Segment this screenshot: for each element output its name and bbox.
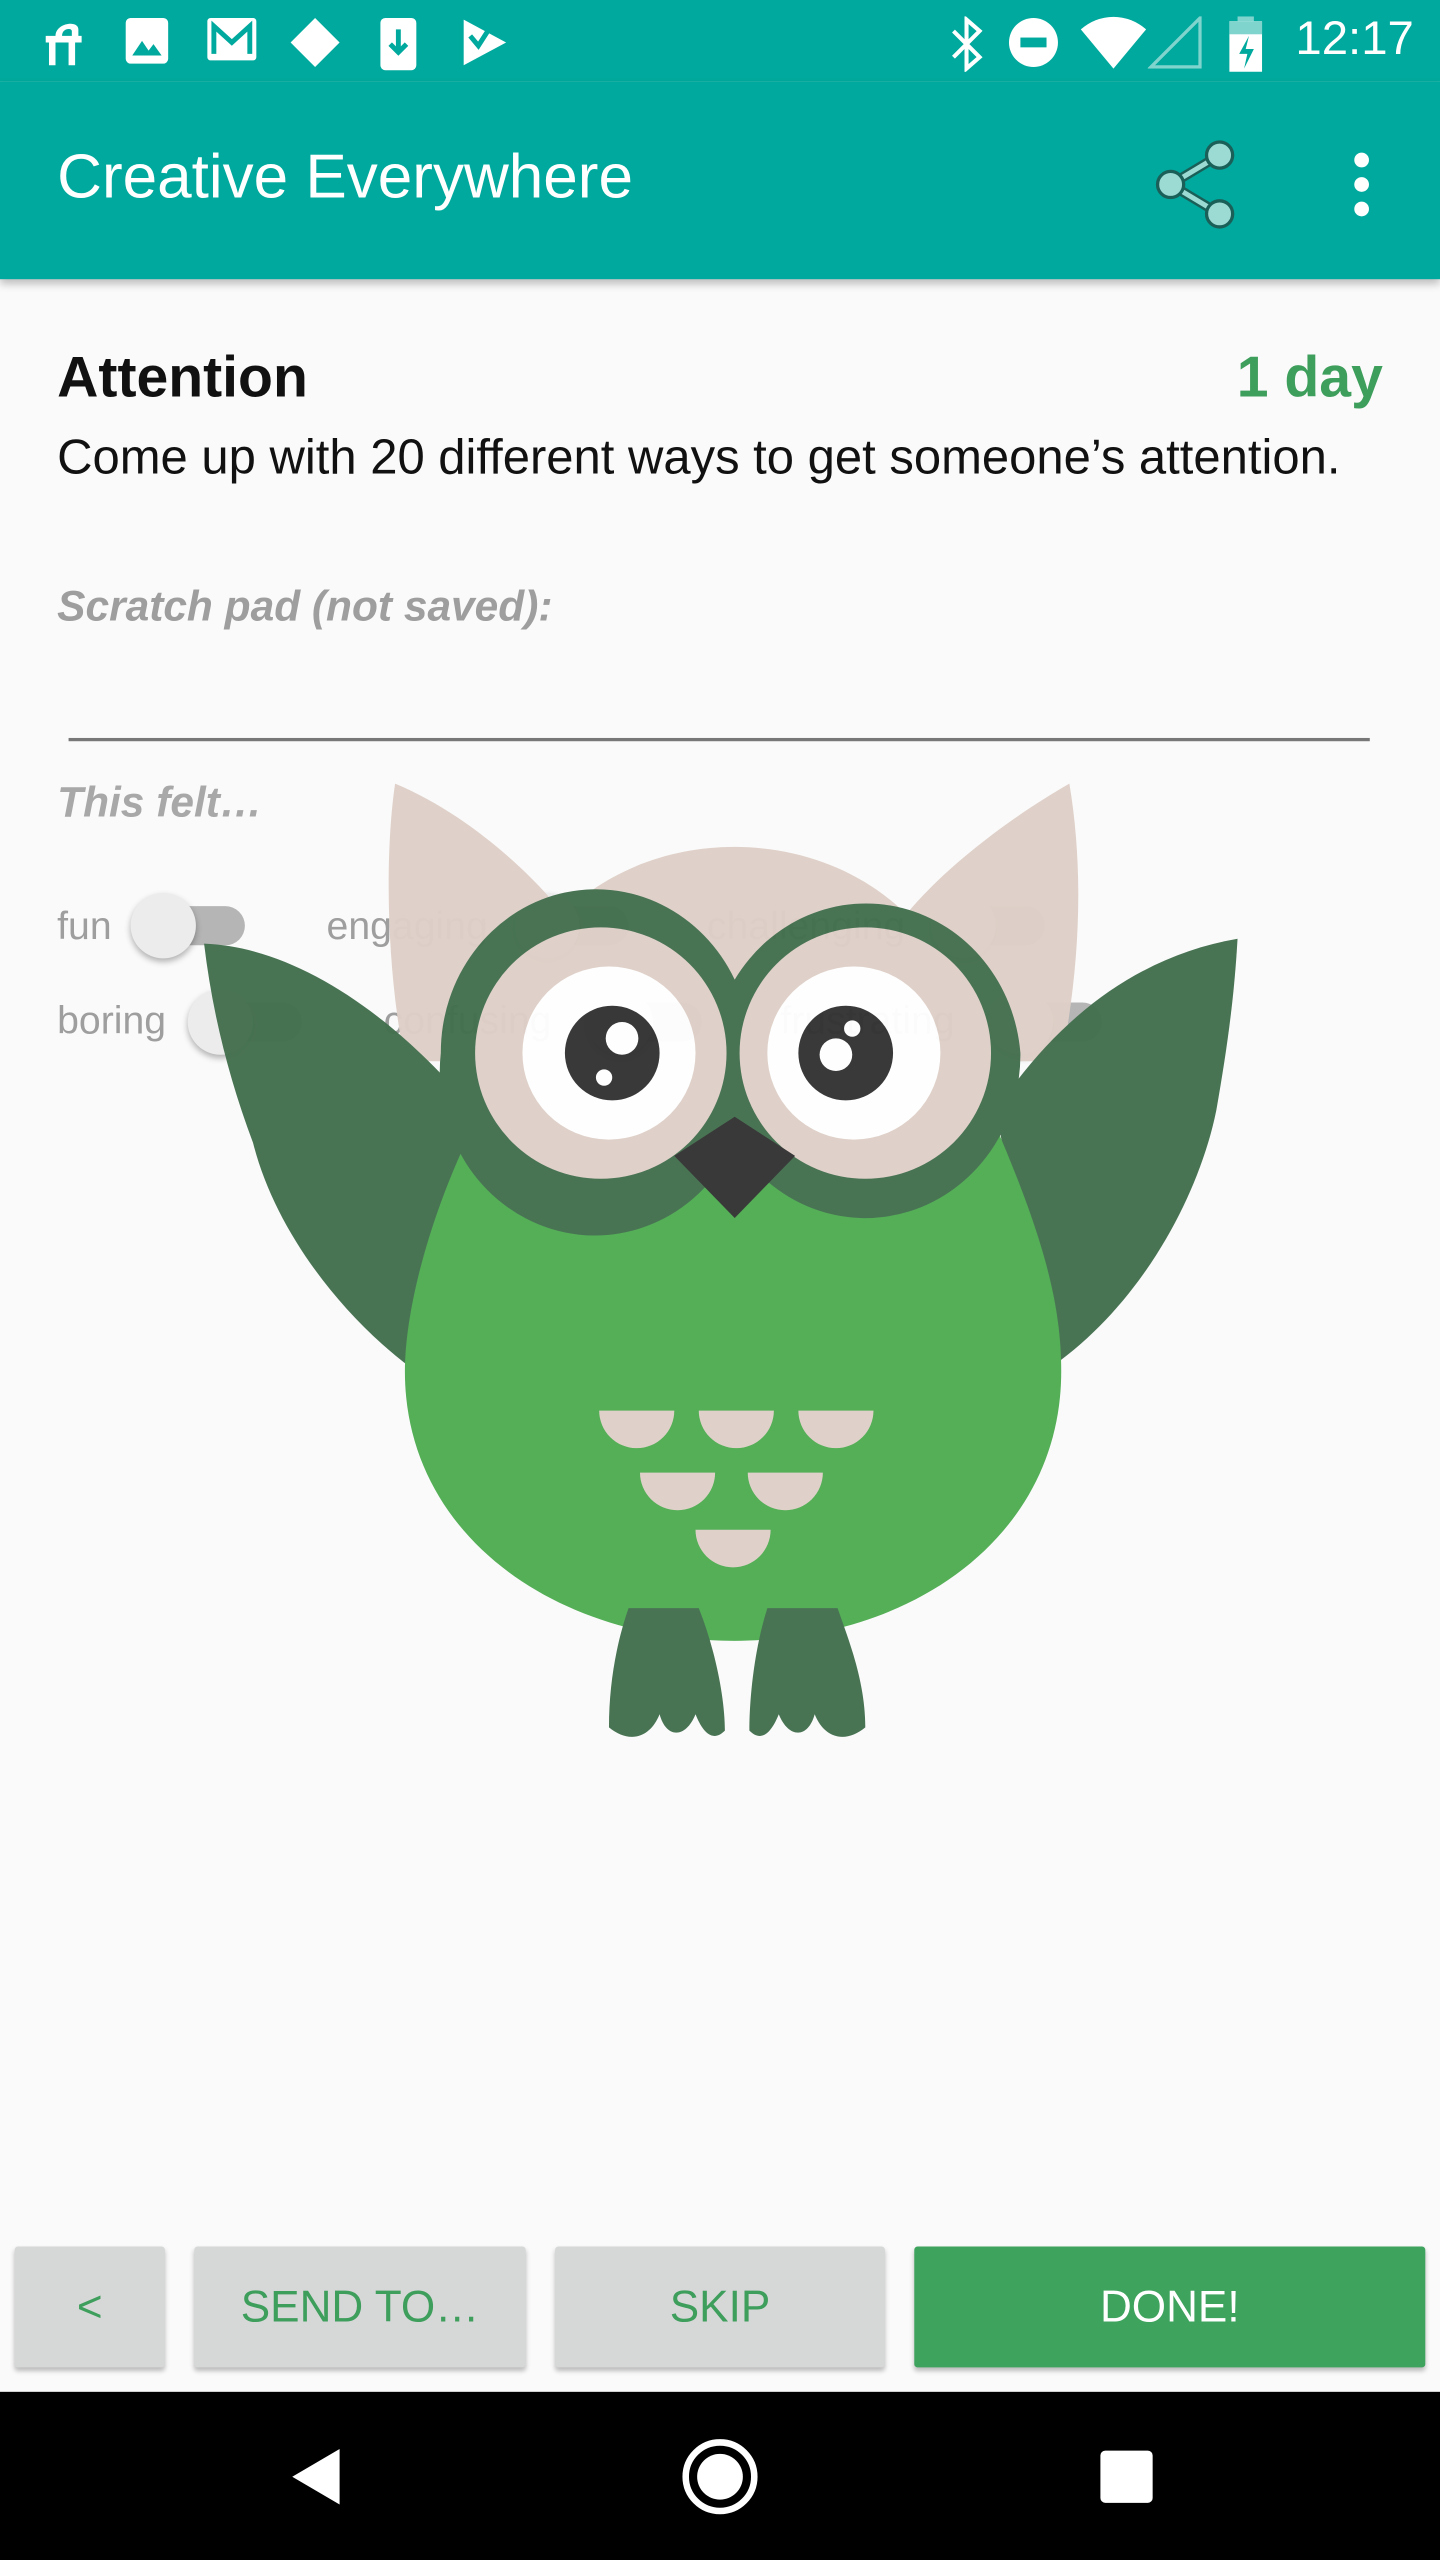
owl-body <box>404 1126 1062 1641</box>
bluetooth-icon <box>952 16 983 72</box>
download-icon <box>380 17 417 71</box>
share-icon[interactable] <box>1151 139 1242 230</box>
toggle-label-confusing: confusing <box>383 999 552 1044</box>
scratch-pad-label: Scratch pad (not saved): <box>57 581 553 631</box>
scratch-pad-underline <box>68 737 1370 742</box>
app-title: Creative Everywhere <box>57 143 633 213</box>
gmail-icon <box>207 17 257 61</box>
challenge-title: Attention <box>57 346 308 410</box>
toggle-label-challenging: challenging <box>706 904 906 949</box>
screen: 12:17 Creative Everywhere Attention 1 da… <box>0 0 1440 2560</box>
scratch-pad-input[interactable] <box>69 661 1370 736</box>
back-nav-icon[interactable] <box>287 2446 343 2508</box>
image-icon <box>125 17 169 64</box>
toggle-label-boring: boring <box>57 999 167 1044</box>
recents-nav-icon[interactable] <box>1099 2449 1155 2505</box>
owl-left-foot <box>608 1608 725 1737</box>
diamond-icon <box>290 17 340 67</box>
restaurant-icon <box>45 23 82 66</box>
challenge-duration: 1 day <box>1236 346 1383 410</box>
owl-right-eye <box>767 966 941 1140</box>
battery-charging-icon <box>1229 16 1263 72</box>
clock: 12:17 <box>1295 13 1414 66</box>
done-button[interactable]: DONE! <box>914 2246 1426 2368</box>
send-to-button[interactable]: SEND TO… <box>194 2246 526 2368</box>
navigation-bar <box>0 2391 1440 2560</box>
owl-right-foot <box>749 1608 866 1737</box>
owl-belly-feathers <box>599 1410 874 1568</box>
signal-icon <box>1147 16 1202 69</box>
check-icon <box>463 19 507 66</box>
home-nav-icon[interactable] <box>679 2436 761 2518</box>
challenge-description: Come up with 20 different ways to get so… <box>57 431 1341 485</box>
more-vert-icon[interactable] <box>1345 150 1378 219</box>
do-not-disturb-icon <box>1008 17 1058 67</box>
back-button[interactable]: < <box>14 2246 165 2368</box>
skip-button[interactable]: SKIP <box>555 2246 885 2368</box>
toggle-label-frustrating: frustrating <box>780 999 955 1044</box>
owl-beak <box>674 1116 796 1218</box>
toggle-label-engaging: engaging <box>326 904 488 949</box>
status-bar: 12:17 <box>0 0 1440 82</box>
feelings-label: This felt… <box>57 777 263 827</box>
wifi-icon <box>1080 16 1147 69</box>
toggle-label-fun: fun <box>57 904 112 949</box>
